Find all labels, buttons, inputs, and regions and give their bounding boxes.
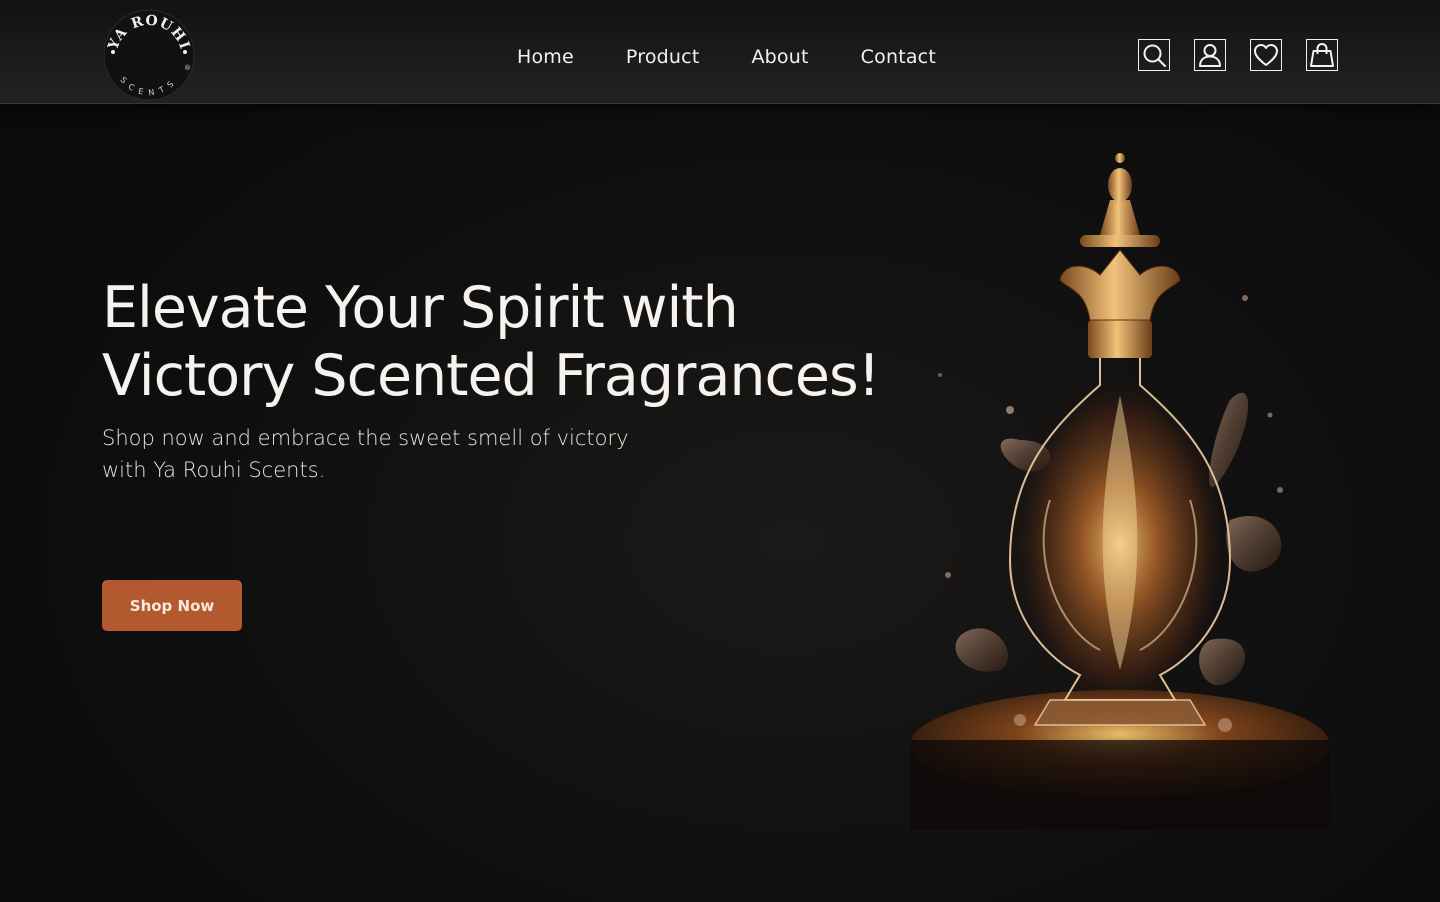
hero-subtitle-line-2: with Ya Rouhi Scents. bbox=[102, 458, 326, 482]
logo-registered-mark: ® bbox=[184, 64, 191, 72]
nav-about[interactable]: About bbox=[751, 46, 808, 68]
hero-subtitle-line-1: Shop now and embrace the sweet smell of … bbox=[102, 426, 629, 450]
heart-icon bbox=[1254, 44, 1278, 66]
landing-page: YA ROUHI SCENTS ® Home Product About Con… bbox=[0, 0, 1440, 902]
hero-title-line-1: Elevate Your Spirit with bbox=[102, 275, 739, 341]
shop-now-button[interactable]: Shop Now bbox=[102, 580, 242, 631]
perfume-bottle-image bbox=[900, 140, 1340, 840]
search-icon bbox=[1143, 44, 1167, 68]
search-button[interactable] bbox=[1138, 39, 1170, 71]
header-actions bbox=[1138, 39, 1338, 71]
nav-home[interactable]: Home bbox=[517, 46, 574, 68]
shopping-bag-icon bbox=[1310, 42, 1334, 67]
cart-button[interactable] bbox=[1306, 39, 1338, 71]
user-icon bbox=[1199, 44, 1221, 67]
hero-subtitle: Shop now and embrace the sweet smell of … bbox=[102, 422, 642, 486]
nav-contact[interactable]: Contact bbox=[861, 46, 936, 68]
main-nav: Home Product About Contact bbox=[517, 46, 936, 68]
logo-badge-icon: YA ROUHI SCENTS ® bbox=[103, 9, 195, 101]
nav-product[interactable]: Product bbox=[626, 46, 700, 68]
account-button[interactable] bbox=[1194, 39, 1226, 71]
brand-logo[interactable]: YA ROUHI SCENTS ® bbox=[102, 8, 196, 102]
hero-title: Elevate Your Spirit with Victory Scented… bbox=[102, 274, 882, 410]
wishlist-button[interactable] bbox=[1250, 39, 1282, 71]
hero-title-line-2: Victory Scented Fragrances! bbox=[102, 343, 880, 409]
site-header: YA ROUHI SCENTS ® Home Product About Con… bbox=[0, 0, 1440, 104]
perfume-bottle-icon bbox=[910, 153, 1330, 830]
